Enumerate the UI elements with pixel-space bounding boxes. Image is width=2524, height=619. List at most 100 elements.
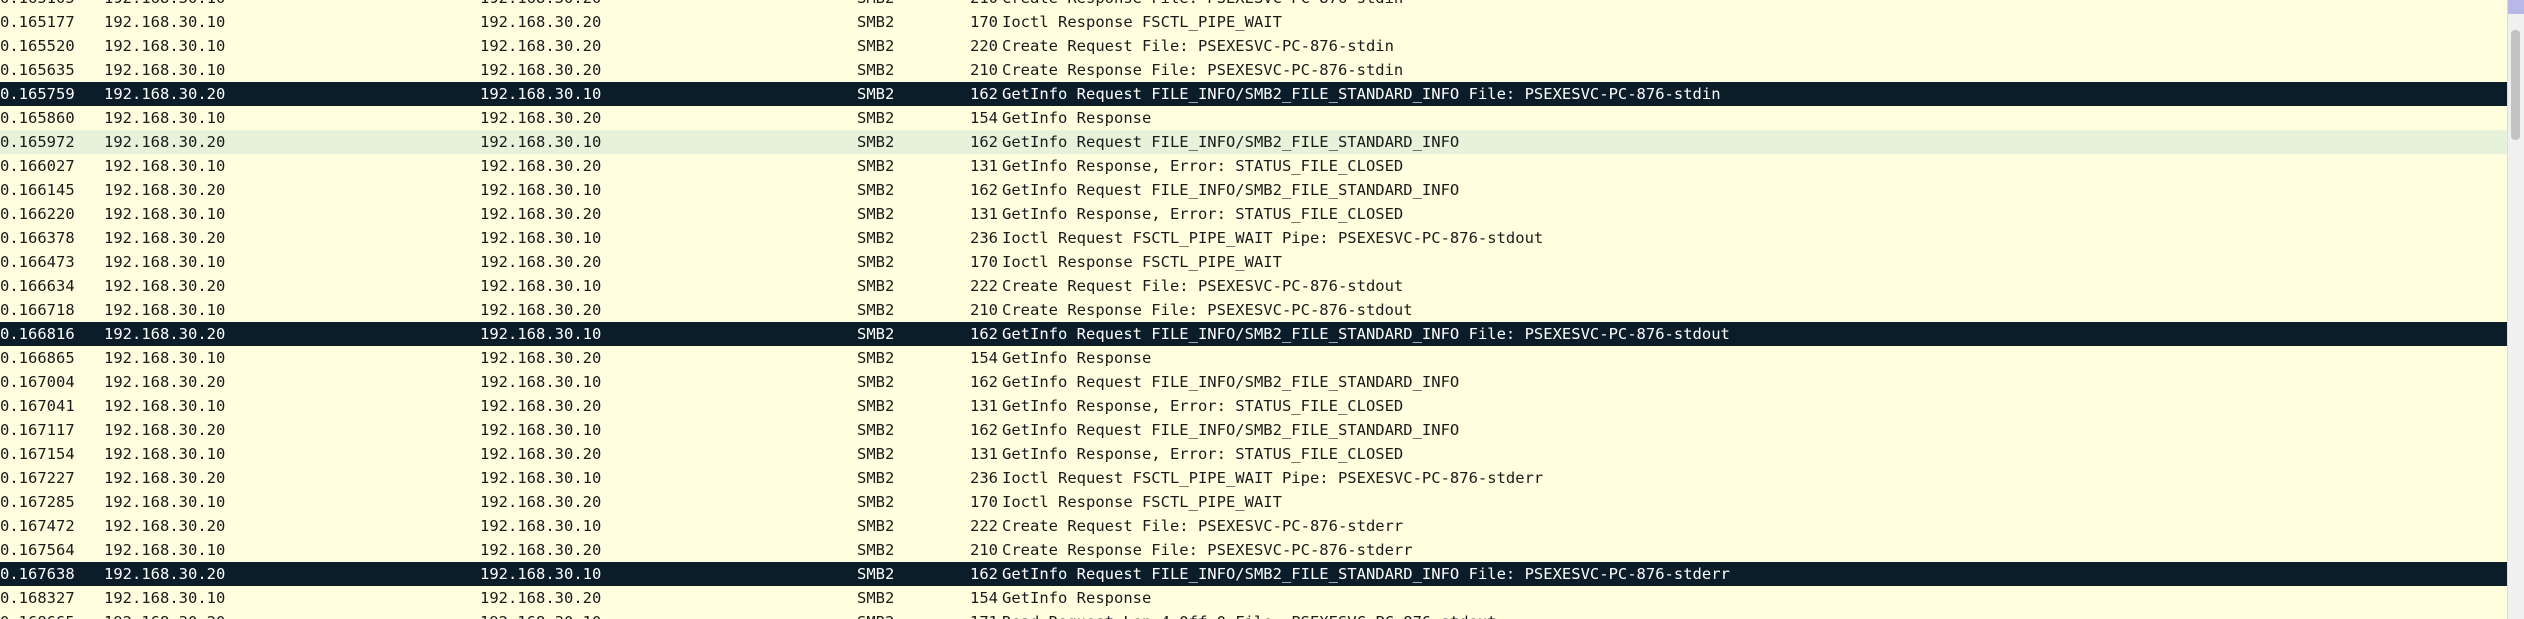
length-cell: 170	[970, 493, 998, 511]
info-cell: Read Request Len:4 Off:0 File: PSEXESVC-…	[1002, 610, 2502, 619]
packet-row[interactable]: 0.167472 192.168.30.20 192.168.30.10 SMB2 22…	[0, 514, 2508, 538]
length-cell: 210	[960, 0, 998, 10]
length-cell: 162	[970, 181, 998, 199]
packet-row[interactable]: 0.166027 192.168.30.10 192.168.30.20 SMB2 13…	[0, 154, 2508, 178]
packet-row[interactable]: 0.167285 192.168.30.10 192.168.30.20 SMB2 17…	[0, 490, 2508, 514]
length-cell: 162	[970, 133, 998, 151]
packet-row[interactable]: 0.166473 192.168.30.10 192.168.30.20 SMB2 17…	[0, 250, 2508, 274]
source-cell: 192.168.30.10	[104, 349, 226, 367]
packet-row[interactable]: 0.168327 192.168.30.10 192.168.30.20 SMB2 15…	[0, 586, 2508, 610]
info-cell: GetInfo Request FILE_INFO/SMB2_FILE_STAN…	[1002, 565, 1730, 583]
length-cell: 154	[970, 109, 998, 127]
time-cell: 0.165759	[0, 85, 75, 103]
packet-row[interactable]: 0.165177 192.168.30.10 192.168.30.20 SMB2 17…	[0, 10, 2508, 34]
source-cell: 192.168.30.10	[104, 13, 226, 31]
time-cell: 0.168327	[0, 589, 75, 607]
info-cell: GetInfo Request FILE_INFO/SMB2_FILE_STAN…	[1002, 373, 1460, 391]
protocol-cell: SMB2	[857, 0, 937, 10]
destination-cell: 192.168.30.10	[480, 517, 602, 535]
packet-row[interactable]: 0.166378 192.168.30.20 192.168.30.10 SMB2 23…	[0, 226, 2508, 250]
source-cell: 192.168.30.10	[104, 205, 226, 223]
time-cell: 0.166634	[0, 277, 75, 295]
packet-row[interactable]: 0.167154 192.168.30.10 192.168.30.20 SMB2 13…	[0, 442, 2508, 466]
protocol-cell: SMB2	[857, 133, 895, 151]
destination-cell: 192.168.30.20	[480, 0, 840, 10]
time-cell: 0.165860	[0, 109, 75, 127]
packet-row[interactable]: 0.166865 192.168.30.10 192.168.30.20 SMB2 15…	[0, 346, 2508, 370]
destination-cell: 192.168.30.20	[480, 445, 602, 463]
info-cell: GetInfo Request FILE_INFO/SMB2_FILE_STAN…	[1002, 421, 1460, 439]
vertical-scrollbar[interactable]	[2507, 0, 2524, 619]
protocol-cell: SMB2	[857, 85, 895, 103]
packet-row[interactable]: 0.165860 192.168.30.10 192.168.30.20 SMB2 15…	[0, 106, 2508, 130]
packet-row[interactable]: 0.165635 192.168.30.10 192.168.30.20 SMB2 21…	[0, 58, 2508, 82]
packet-row[interactable]: 0.165972 192.168.30.20 192.168.30.10 SMB2 16…	[0, 130, 2508, 154]
destination-cell: 192.168.30.10	[480, 610, 840, 619]
protocol-cell: SMB2	[857, 229, 895, 247]
info-cell: GetInfo Request FILE_INFO/SMB2_FILE_STAN…	[1002, 85, 1721, 103]
packet-row[interactable]: 0.166816 192.168.30.20 192.168.30.10 SMB2 16…	[0, 322, 2508, 346]
packet-row[interactable]: 0.166718 192.168.30.10 192.168.30.20 SMB2 21…	[0, 298, 2508, 322]
protocol-cell: SMB2	[857, 349, 895, 367]
source-cell: 192.168.30.10	[104, 541, 226, 559]
length-cell: 162	[970, 373, 998, 391]
source-cell: 192.168.30.20	[104, 85, 226, 103]
packet-row[interactable]: 0.167004 192.168.30.20 192.168.30.10 SMB2 16…	[0, 370, 2508, 394]
time-cell: 0.167004	[0, 373, 75, 391]
destination-cell: 192.168.30.10	[480, 229, 602, 247]
time-cell: 0.167285	[0, 493, 75, 511]
time-cell: 0.167638	[0, 565, 75, 583]
time-cell: 0.166378	[0, 229, 75, 247]
destination-cell: 192.168.30.20	[480, 301, 602, 319]
packet-row[interactable]: 0.166634 192.168.30.20 192.168.30.10 SMB2 22…	[0, 274, 2508, 298]
source-cell: 192.168.30.20	[104, 181, 226, 199]
protocol-cell: SMB2	[857, 301, 895, 319]
length-cell: 154	[970, 589, 998, 607]
packet-row[interactable]: 0.165759 192.168.30.20 192.168.30.10 SMB2 16…	[0, 82, 2508, 106]
packet-row[interactable]: 0.166220 192.168.30.10 192.168.30.20 SMB2 13…	[0, 202, 2508, 226]
packet-row[interactable]: 0.165105 192.168.30.10 192.168.30.20 SMB2 21…	[0, 0, 2508, 10]
length-cell: 154	[970, 349, 998, 367]
length-cell: 222	[970, 277, 998, 295]
length-cell: 236	[970, 469, 998, 487]
protocol-cell: SMB2	[857, 205, 895, 223]
source-cell: 192.168.30.20	[104, 229, 226, 247]
time-cell: 0.166027	[0, 157, 75, 175]
source-cell: 192.168.30.20	[104, 133, 226, 151]
protocol-cell: SMB2	[857, 517, 895, 535]
time-cell: 0.165520	[0, 37, 75, 55]
info-cell: Create Request File: PSEXESVC-PC-876-std…	[1002, 277, 1404, 295]
packet-row[interactable]: 0.166145 192.168.30.20 192.168.30.10 SMB2 16…	[0, 178, 2508, 202]
packet-row[interactable]: 0.167117 192.168.30.20 192.168.30.10 SMB2 16…	[0, 418, 2508, 442]
packet-row[interactable]: 0.167638 192.168.30.20 192.168.30.10 SMB2 16…	[0, 562, 2508, 586]
protocol-cell: SMB2	[857, 493, 895, 511]
length-cell: 170	[970, 253, 998, 271]
destination-cell: 192.168.30.10	[480, 565, 602, 583]
destination-cell: 192.168.30.10	[480, 325, 602, 343]
time-cell: 0.168665	[0, 610, 100, 619]
length-cell: 131	[970, 445, 998, 463]
destination-cell: 192.168.30.10	[480, 133, 602, 151]
packet-row[interactable]: 0.167041 192.168.30.10 192.168.30.20 SMB2 13…	[0, 394, 2508, 418]
scrollbar-thumb[interactable]	[2511, 30, 2520, 140]
source-cell: 192.168.30.20	[104, 325, 226, 343]
packet-row[interactable]: 0.165520 192.168.30.10 192.168.30.20 SMB2 22…	[0, 34, 2508, 58]
source-cell: 192.168.30.10	[104, 301, 226, 319]
destination-cell: 192.168.30.20	[480, 253, 602, 271]
source-cell: 192.168.30.20	[104, 565, 226, 583]
length-cell: 131	[970, 205, 998, 223]
time-cell: 0.167472	[0, 517, 75, 535]
time-cell: 0.166816	[0, 325, 75, 343]
packet-row[interactable]: 0.167564 192.168.30.10 192.168.30.20 SMB2 21…	[0, 538, 2508, 562]
info-cell: Ioctl Response FSCTL_PIPE_WAIT	[1002, 13, 1282, 31]
time-cell: 0.167154	[0, 445, 75, 463]
protocol-cell: SMB2	[857, 589, 895, 607]
length-cell: 210	[970, 301, 998, 319]
packet-row[interactable]: 0.168665 192.168.30.20 192.168.30.10 SMB2 17…	[0, 610, 2508, 619]
source-cell: 192.168.30.10	[104, 253, 226, 271]
packet-row[interactable]: 0.167227 192.168.30.20 192.168.30.10 SMB2 23…	[0, 466, 2508, 490]
source-cell: 192.168.30.10	[104, 37, 226, 55]
time-cell: 0.165105	[0, 0, 100, 10]
protocol-cell: SMB2	[857, 13, 895, 31]
info-cell: GetInfo Response	[1002, 109, 1152, 127]
